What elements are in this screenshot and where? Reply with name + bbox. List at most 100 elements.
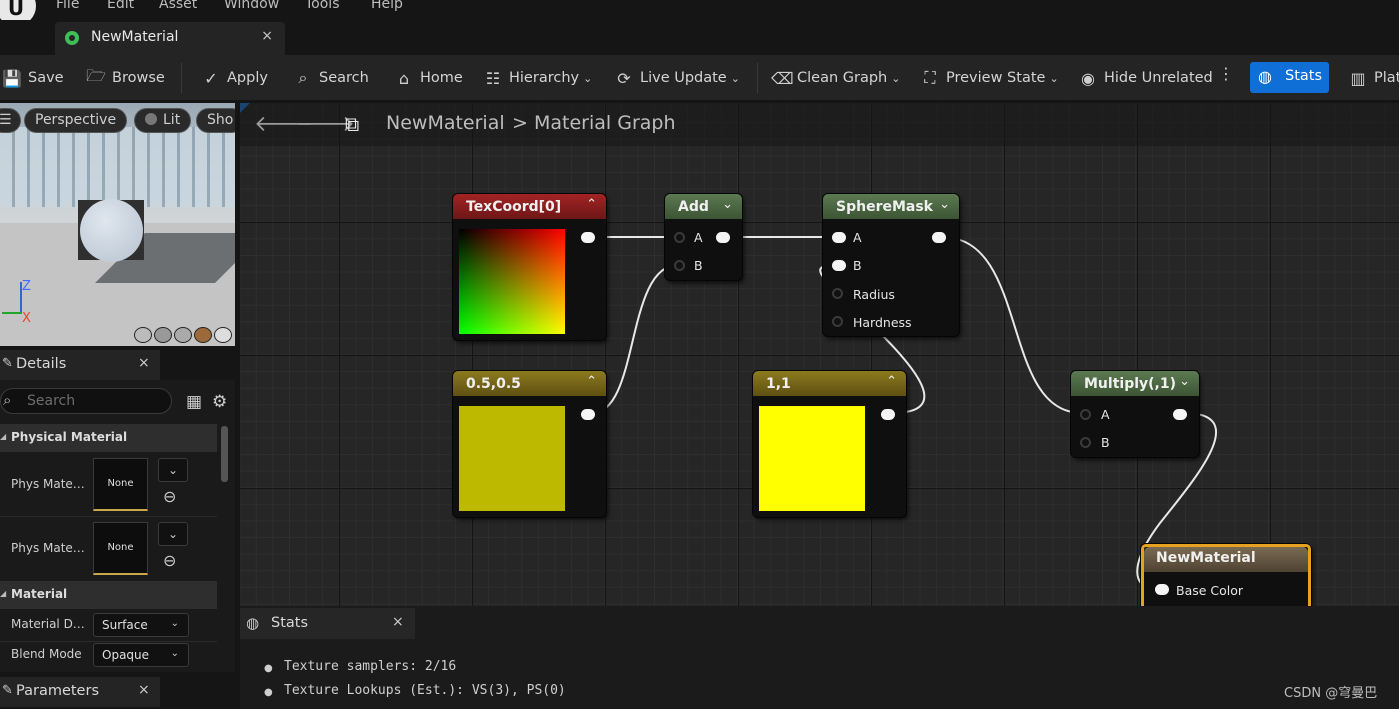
node-texcoord[interactable]: TexCoord[0] ⌃	[453, 194, 606, 340]
node-add[interactable]: Add ⌄ A B	[665, 194, 742, 280]
gear-icon[interactable]: ⚙	[212, 392, 227, 412]
pin-label: B	[694, 258, 703, 273]
menu-file[interactable]: File	[56, 0, 79, 12]
search-button[interactable]: ⌕ Search	[293, 65, 369, 91]
details-search-input[interactable]: ⌕ Search	[0, 388, 172, 414]
input-pin-base-color[interactable]	[1155, 584, 1169, 595]
breadcrumb-leaf[interactable]: Material Graph	[534, 112, 676, 134]
material-domain-label: Material D…	[11, 617, 85, 631]
lit-button[interactable]: Lit	[134, 108, 192, 133]
tab-new-material[interactable]: NewMaterial ×	[55, 22, 285, 55]
live-update-icon: ⟳	[617, 68, 631, 88]
perspective-button[interactable]: Perspective	[24, 108, 128, 133]
node-header: Add ⌄	[665, 194, 742, 219]
graph-wires	[591, 236, 1217, 590]
clean-graph-dropdown[interactable]: ⌫ Clean Graph ⌄	[771, 65, 900, 91]
preview-viewport[interactable]: ☰ Perspective Lit Sho Z X	[0, 103, 235, 346]
input-pin-a[interactable]	[832, 232, 846, 243]
bullet-icon: ●	[264, 687, 273, 698]
menu-window[interactable]: Window	[224, 0, 279, 12]
preview-cylinder-icon[interactable]	[134, 327, 152, 343]
node-spheremask[interactable]: SphereMask ⌄ A B Radius Hardness	[823, 194, 959, 336]
output-pin[interactable]	[932, 232, 946, 243]
input-pin-a[interactable]	[674, 232, 685, 243]
collapse-chevron-icon[interactable]: ⌄	[722, 197, 733, 212]
output-pin[interactable]	[881, 409, 895, 420]
node-multiply[interactable]: Multiply(,1) ⌄ A B	[1071, 371, 1199, 457]
collapse-chevron-icon[interactable]: ⌄	[1179, 374, 1190, 389]
reset-arrow-icon[interactable]: ⊖	[163, 551, 176, 570]
material-graph-canvas[interactable]: 🡐 🡒 ⧉ NewMaterial > Material Graph TexCo…	[240, 103, 1399, 606]
output-pin[interactable]	[1173, 409, 1187, 420]
preview-sphere-icon[interactable]	[154, 327, 172, 343]
chevron-down-icon: ⌄	[583, 71, 593, 85]
platform-icon: ▥	[1350, 68, 1366, 88]
collapse-chevron-icon[interactable]: ⌃	[886, 374, 897, 389]
reset-arrow-icon[interactable]: ⊖	[163, 487, 176, 506]
menu-asset[interactable]: Asset	[159, 0, 197, 12]
node-constant2-half[interactable]: 0.5,0.5 ⌃	[453, 371, 606, 517]
node-header: NewMaterial	[1144, 547, 1308, 572]
stats-close-button[interactable]: ×	[392, 614, 404, 630]
hierarchy-icon: ☷	[485, 68, 501, 88]
phys-material-2-thumbnail[interactable]: None	[93, 522, 148, 575]
breadcrumb-root[interactable]: NewMaterial	[386, 112, 505, 134]
pin-label: A	[1101, 407, 1110, 422]
phys-material-2-label: Phys Mate…	[11, 541, 85, 555]
preview-plane-icon[interactable]	[174, 327, 192, 343]
home-button[interactable]: ⌂ Home	[394, 65, 463, 91]
blend-mode-combo[interactable]: Opaque ⌄	[93, 643, 189, 667]
color-preview-swatch	[759, 406, 865, 511]
menu-edit[interactable]: Edit	[107, 0, 134, 12]
table-view-icon[interactable]: ▦	[186, 392, 202, 412]
output-pin[interactable]	[581, 232, 595, 243]
menu-tools[interactable]: Tools	[305, 0, 340, 12]
graph-icon: ⧉	[345, 112, 360, 136]
node-material-result[interactable]: NewMaterial Base Color	[1141, 544, 1311, 606]
tab-close-button[interactable]: ×	[261, 28, 273, 44]
pin-label: Hardness	[853, 315, 912, 330]
preview-custom-mesh-icon[interactable]	[214, 327, 232, 343]
live-update-dropdown[interactable]: ⟳ Live Update ⌄	[614, 65, 740, 91]
save-button[interactable]: 💾 Save	[2, 65, 64, 91]
input-pin-b[interactable]	[674, 260, 685, 271]
menu-help[interactable]: Help	[371, 0, 403, 12]
input-pin-hardness[interactable]	[832, 316, 843, 327]
output-pin[interactable]	[581, 409, 595, 420]
lit-icon	[145, 113, 157, 125]
platform-button[interactable]: ▥ Plat	[1348, 65, 1399, 91]
broom-icon: ⌫	[771, 68, 794, 88]
category-physical-material[interactable]: ◢ Physical Material	[0, 424, 217, 452]
collapse-chevron-icon[interactable]: ⌃	[586, 374, 597, 389]
phys-material-1-thumbnail[interactable]: None	[93, 458, 148, 511]
stats-tab[interactable]: ◍ Stats ×	[240, 608, 415, 639]
browse-button[interactable]: 🗁 Browse	[86, 65, 165, 91]
input-pin-b[interactable]	[832, 260, 846, 271]
uv-preview-swatch	[459, 229, 565, 334]
preview-state-dropdown[interactable]: ⛶ Preview State ⌄	[920, 65, 1058, 91]
more-options-icon[interactable]: ⋮	[1218, 64, 1234, 83]
collapse-chevron-icon[interactable]: ⌃	[586, 197, 597, 212]
apply-button[interactable]: ✓ Apply	[201, 65, 268, 91]
expand-arrow-icon: ◢	[0, 432, 7, 441]
hierarchy-dropdown[interactable]: ☷ Hierarchy ⌄	[483, 65, 592, 91]
axis-x-line	[2, 312, 22, 314]
output-pin[interactable]	[716, 232, 730, 243]
show-button[interactable]: Sho	[196, 108, 235, 133]
preview-cube-icon[interactable]	[194, 327, 212, 343]
expand-arrow-icon: ◢	[0, 589, 7, 598]
phys-material-2-dropdown[interactable]: ⌄	[158, 522, 188, 546]
details-close-button[interactable]: ×	[138, 355, 150, 371]
material-domain-combo[interactable]: Surface ⌄	[93, 613, 189, 637]
parameters-close-button[interactable]: ×	[138, 682, 150, 698]
details-scrollbar[interactable]	[221, 426, 228, 482]
phys-material-1-dropdown[interactable]: ⌄	[158, 458, 188, 482]
input-pin-a[interactable]	[1080, 409, 1091, 420]
input-pin-b[interactable]	[1080, 437, 1091, 448]
input-pin-radius[interactable]	[832, 288, 843, 299]
node-constant2-one[interactable]: 1,1 ⌃	[753, 371, 906, 517]
category-material[interactable]: ◢ Material	[0, 581, 217, 609]
collapse-chevron-icon[interactable]: ⌄	[939, 197, 950, 212]
stats-button[interactable]: ◍ Stats	[1250, 62, 1329, 93]
hide-unrelated-button[interactable]: ◉ Hide Unrelated	[1078, 65, 1213, 91]
